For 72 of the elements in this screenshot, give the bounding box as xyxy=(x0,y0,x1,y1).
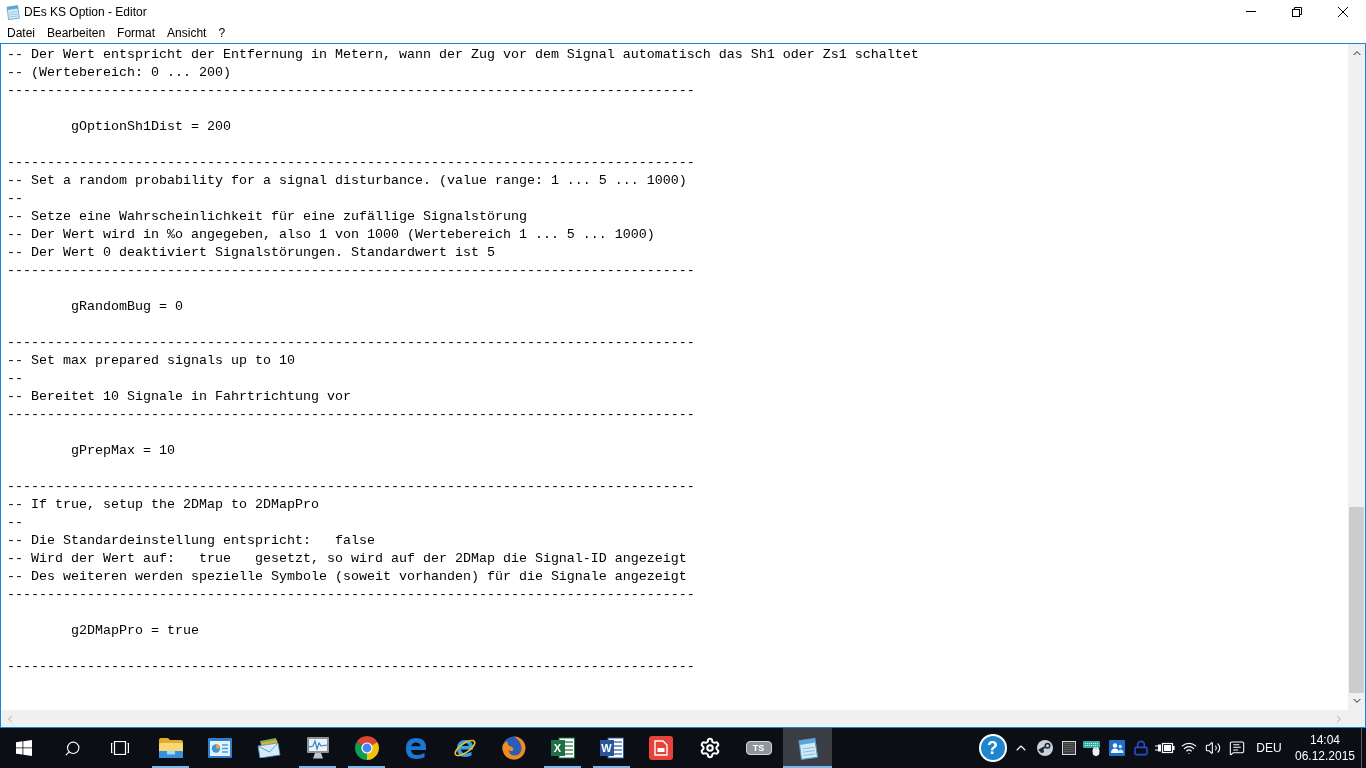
task-view-icon xyxy=(111,741,129,755)
folder-icon xyxy=(158,738,183,758)
code-line: -- (Wertebereich: 0 ... 200) xyxy=(7,64,231,82)
notepad-icon xyxy=(5,3,21,20)
code-line: -------------------------------------------------------------------------------------- xyxy=(7,334,695,352)
keyboard-mouse-icon[interactable] xyxy=(1083,740,1103,756)
code-line: -- xyxy=(7,514,23,532)
code-line: -------------------------------------------------------------------------------------- xyxy=(7,82,695,100)
code-line: -- Bereitet 10 Signale in Fahrtrichtung vor xyxy=(7,388,351,406)
chevron-right-icon xyxy=(1337,714,1342,723)
menu-item[interactable]: Format xyxy=(111,23,162,43)
taskbar-button[interactable]: X xyxy=(538,728,587,768)
chevron-left-icon xyxy=(7,714,12,723)
taskbar-button[interactable]: W xyxy=(587,728,636,768)
menu-item[interactable]: Bearbeiten xyxy=(41,23,112,43)
pill-logo-icon: TS xyxy=(745,741,772,755)
code-line: -- xyxy=(7,370,23,388)
help-icon[interactable]: ? xyxy=(978,734,1007,762)
code-line: g2DMapPro = true xyxy=(71,622,199,640)
battery-plug-icon[interactable] xyxy=(1155,742,1175,754)
code-line: -- Der Wert 0 deaktiviert Signalstörungen. Standardwert ist 5 xyxy=(7,244,495,262)
vertical-scrollbar[interactable] xyxy=(1348,44,1365,710)
menu-item[interactable]: Ansicht xyxy=(161,23,213,43)
code-line: -------------------------------------------------------------------------------------- xyxy=(7,262,695,280)
taskbar-button[interactable] xyxy=(783,728,832,768)
notifications-icon[interactable] xyxy=(1229,740,1245,756)
notepad-icon xyxy=(795,736,820,760)
menu-item[interactable]: Datei xyxy=(1,23,41,43)
code-line: -- Setze eine Wahrscheinlichkeit für eine zufällige Signalstörung xyxy=(7,208,527,226)
code-line: -------------------------------------------------------------------------------------- xyxy=(7,154,695,172)
chart-window-icon xyxy=(207,738,232,758)
code-line: gRandomBug = 0 xyxy=(71,298,183,316)
code-line: -- Set max prepared signals up to 10 xyxy=(7,352,295,370)
speaker-icon[interactable] xyxy=(1205,740,1221,756)
code-line: -- Des weiteren werden spezielle Symbole (soweit vorhanden) für die Signale angezeigt xyxy=(7,568,687,586)
lock-icon[interactable] xyxy=(1133,740,1149,756)
e-browser-icon xyxy=(404,737,427,759)
code-line: -- Die Standardeinstellung entspricht: false xyxy=(7,532,375,550)
minimize-icon xyxy=(1246,11,1256,12)
window-title: DEs KS Option - Editor xyxy=(24,4,147,19)
code-line: gPrepMax = 10 xyxy=(71,442,175,460)
chevron-down-icon xyxy=(1352,699,1361,704)
code-line: -- Set a random probability for a signal disturbance. (value range: 1 ... 5 ... 1000) xyxy=(7,172,687,190)
round-emblem-icon[interactable] xyxy=(1037,740,1053,756)
code-line: -------------------------------------------------------------------------------------- xyxy=(7,478,695,496)
monitor-chart-icon xyxy=(305,737,330,759)
search-icon xyxy=(63,739,81,757)
code-line: -- Wird der Wert auf: true gesetzt, so wird auf der 2DMap die Signal-ID angezeigt xyxy=(7,550,687,568)
code-line: -------------------------------------------------------------------------------------- xyxy=(7,658,695,676)
code-line: -- xyxy=(7,190,23,208)
code-line: -------------------------------------------------------------------------------------- xyxy=(7,406,695,424)
restore-icon xyxy=(1292,6,1302,17)
fox-globe-icon xyxy=(501,736,526,760)
scrollbar-thumb[interactable] xyxy=(1349,507,1364,693)
grid-square-icon[interactable] xyxy=(1062,741,1076,755)
ring-browser-icon xyxy=(354,736,379,760)
clock-button[interactable]: 14:04 06.12.2015 xyxy=(1289,728,1361,768)
menu-item[interactable]: ? xyxy=(212,23,232,43)
settings-icon xyxy=(698,737,721,759)
document-tile-icon xyxy=(648,736,673,760)
code-line: -- Der Wert wird in %o angegeben, also 1 von 1000 (Wertebereich 1 ... 5 ... 1000) xyxy=(7,226,655,244)
code-line: -- If true, setup the 2DMap to 2DMapPro xyxy=(7,496,319,514)
input-language-indicator[interactable]: DEU xyxy=(1256,741,1282,755)
envelope-icon xyxy=(256,738,281,758)
wifi-icon[interactable] xyxy=(1181,740,1197,756)
code-line: gOptionSh1Dist = 200 xyxy=(71,118,231,136)
windows-logo-icon xyxy=(16,740,32,756)
people-tile-icon[interactable] xyxy=(1109,740,1125,756)
chevron-up-icon xyxy=(1352,50,1361,55)
close-icon xyxy=(1338,6,1348,17)
code-line: -------------------------------------------------------------------------------------- xyxy=(7,586,695,604)
code-line: -- Der Wert entspricht der Entfernung in Metern, wann der Zug vor dem Signal automatisch das Sh1 oder Zs1 schaltet xyxy=(7,46,919,64)
